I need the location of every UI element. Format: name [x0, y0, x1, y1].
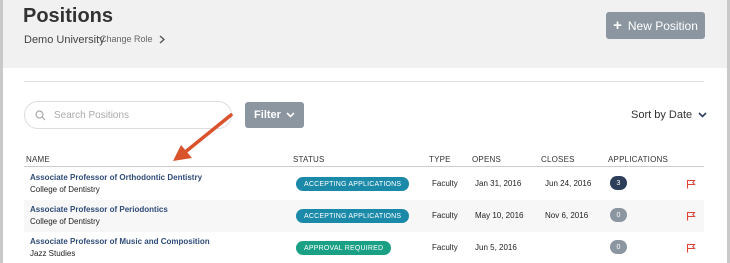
position-department: College of Dentistry: [30, 185, 100, 194]
position-type: Faculty: [432, 211, 458, 220]
position-type: Faculty: [432, 179, 458, 188]
table-row[interactable]: Associate Professor of Music and Composi…: [24, 232, 704, 263]
column-header-applications[interactable]: APPLICATIONS: [608, 155, 668, 164]
position-department: College of Dentistry: [30, 217, 100, 226]
applications-count-badge[interactable]: 3: [610, 176, 627, 190]
column-header-type[interactable]: TYPE: [429, 155, 451, 164]
opens-date: Jan 31, 2016: [475, 179, 522, 188]
search-box[interactable]: [24, 101, 232, 129]
status-badge: ACCEPTING APPLICATIONS: [296, 209, 410, 223]
position-type: Faculty: [432, 243, 458, 252]
column-header-name[interactable]: NAME: [26, 155, 50, 164]
change-role-link[interactable]: Change Role: [100, 34, 165, 44]
new-position-label: New Position: [627, 18, 698, 33]
app-frame: Positions Demo University Change Role + …: [3, 0, 727, 263]
column-header-status[interactable]: STATUS: [293, 155, 325, 164]
flag-icon[interactable]: [686, 243, 696, 253]
status-badge: APPROVAL REQUIRED: [296, 241, 392, 255]
divider: [24, 81, 704, 82]
chevron-down-icon: [698, 112, 707, 118]
opens-date: Jun 5, 2016: [475, 243, 517, 252]
chevron-right-icon: [159, 34, 165, 44]
sort-label: Sort by Date: [631, 109, 693, 121]
applications-count-badge[interactable]: 0: [610, 240, 627, 254]
column-header-opens[interactable]: OPENS: [472, 155, 501, 164]
search-icon: [35, 109, 46, 120]
applications-count-badge[interactable]: 0: [610, 208, 627, 222]
closes-date: Nov 6, 2016: [545, 211, 589, 220]
flag-icon[interactable]: [686, 179, 696, 189]
position-title-link[interactable]: Associate Professor of Music and Composi…: [30, 237, 210, 246]
table-row[interactable]: Associate Professor of Orthodontic Denti…: [24, 168, 704, 200]
org-name: Demo University: [24, 34, 105, 46]
filter-button[interactable]: Filter: [245, 102, 304, 128]
position-title-link[interactable]: Associate Professor of Periodontics: [30, 205, 168, 214]
filter-label: Filter: [254, 109, 281, 121]
change-role-label: Change Role: [100, 34, 153, 44]
table-header: NAME STATUS TYPE OPENS CLOSES APPLICATIO…: [24, 151, 704, 167]
search-input[interactable]: [54, 109, 214, 121]
sort-dropdown[interactable]: Sort by Date: [631, 109, 707, 121]
flag-icon[interactable]: [686, 211, 696, 221]
position-department: Jazz Studies: [30, 249, 76, 258]
closes-date: Jun 24, 2016: [545, 179, 592, 188]
page-header: Positions Demo University Change Role + …: [3, 0, 727, 68]
opens-date: May 10, 2016: [475, 211, 524, 220]
column-header-closes[interactable]: CLOSES: [541, 155, 575, 164]
new-position-button[interactable]: + New Position: [606, 12, 705, 39]
position-title-link[interactable]: Associate Professor of Orthodontic Denti…: [30, 173, 202, 182]
status-badge: ACCEPTING APPLICATIONS: [296, 177, 410, 191]
table-row[interactable]: Associate Professor of Periodontics Coll…: [24, 200, 704, 232]
page-title: Positions: [23, 5, 114, 27]
plus-icon: +: [613, 16, 622, 34]
chevron-down-icon: [286, 112, 295, 118]
